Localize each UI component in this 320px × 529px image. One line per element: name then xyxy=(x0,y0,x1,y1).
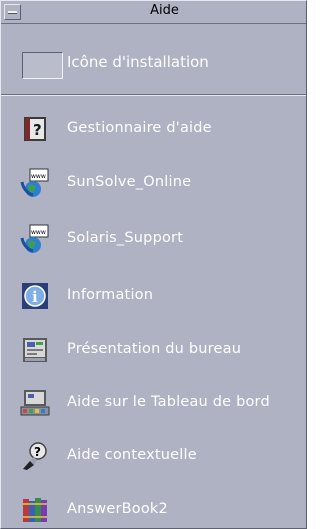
menu-item-label: AnswerBook2 xyxy=(67,501,168,517)
menu-item-label: Présentation du bureau xyxy=(67,341,242,357)
contextual-help-icon: ? xyxy=(20,441,50,471)
menu-item-label: Gestionnaire d'aide xyxy=(67,120,212,136)
books-icon xyxy=(20,495,50,525)
menu-item-information[interactable]: i Information xyxy=(1,269,306,321)
divider xyxy=(1,94,306,96)
svg-text:i: i xyxy=(32,288,38,306)
install-label: Icône d'installation xyxy=(67,53,209,71)
menu-item-label: Information xyxy=(67,287,154,303)
menu-item-answerbook2[interactable]: AnswerBook2 xyxy=(1,483,306,528)
svg-text:?: ? xyxy=(33,121,42,139)
www-globe-icon: www xyxy=(20,224,50,254)
close-subpanel-button[interactable] xyxy=(4,4,21,20)
title-bar[interactable]: Aide xyxy=(1,1,306,24)
help-subpanel: Aide Icône d'installation ? Gestionnaire… xyxy=(0,0,307,529)
menu-item-label: Solaris_Support xyxy=(67,230,184,246)
svg-text:www: www xyxy=(31,173,46,180)
install-drop-slot[interactable] xyxy=(22,52,63,79)
menu-item-label: SunSolve_Online xyxy=(67,174,192,190)
menu-item-label: Aide contextuelle xyxy=(67,447,197,463)
svg-text:?: ? xyxy=(34,445,41,459)
info-icon: i xyxy=(20,281,50,311)
menu-item-contextual-help[interactable]: ? Aide contextuelle xyxy=(1,429,306,481)
svg-text:www: www xyxy=(31,229,46,236)
menu-item-label: Aide sur le Tableau de bord xyxy=(67,394,270,410)
minus-icon xyxy=(8,11,17,14)
install-icon-area[interactable]: Icône d'installation xyxy=(1,24,306,94)
window-title: Aide xyxy=(150,3,179,18)
menu-item-solaris-support[interactable]: www Solaris_Support xyxy=(1,212,306,264)
desktop-screen-icon xyxy=(20,335,50,365)
www-globe-icon: www xyxy=(20,168,50,198)
menu-item-help-manager[interactable]: ? Gestionnaire d'aide xyxy=(1,102,306,154)
menu-item-sunsolve-online[interactable]: www SunSolve_Online xyxy=(1,156,306,208)
front-panel-icon xyxy=(20,388,50,418)
help-book-icon: ? xyxy=(20,114,50,144)
menu-item-desktop-intro[interactable]: Présentation du bureau xyxy=(1,323,306,375)
menu-item-front-panel-help[interactable]: Aide sur le Tableau de bord xyxy=(1,376,306,428)
